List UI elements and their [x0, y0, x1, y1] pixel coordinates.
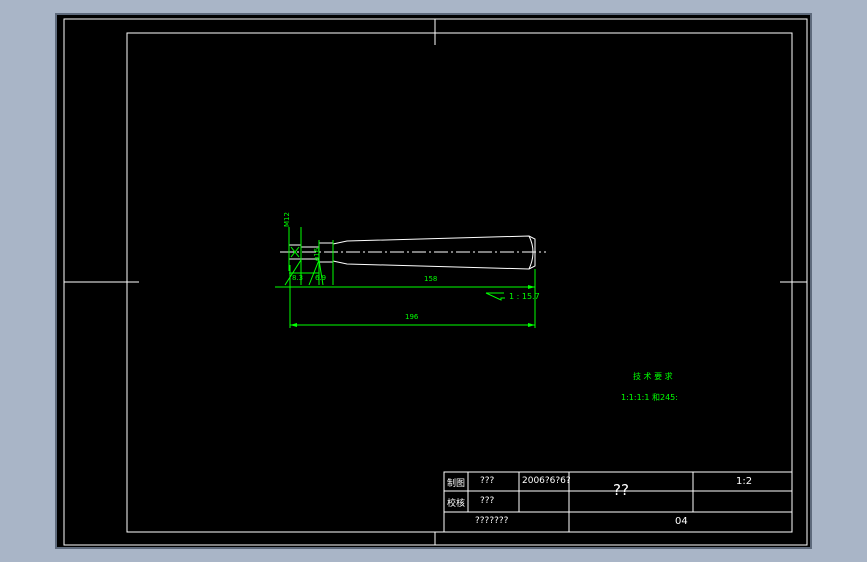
dim-158: 158: [424, 275, 438, 283]
tb-drawn-date: 2006?6?6?: [522, 476, 571, 486]
tb-part-name: ??: [613, 481, 629, 499]
dim-m12: M12: [283, 212, 291, 227]
tb-check-label: 校核: [447, 499, 466, 509]
tb-scale: 1:2: [736, 476, 753, 487]
cad-drawing-area[interactable]: M12 ø16 8.3 6.9 158 196 1 : 15.7 技 术 要 求…: [55, 13, 812, 549]
inner-border: [126, 32, 793, 533]
dim-phi16: ø16: [313, 247, 321, 261]
tb-drawn-name: ???: [480, 476, 495, 486]
dim-8-3: 8.3: [292, 274, 304, 282]
tech-req-text: 1:1:1:1 和245:: [621, 393, 678, 402]
tech-req-title: 技 术 要 求: [633, 372, 673, 381]
tb-check-name: ???: [480, 496, 495, 506]
tb-drawn-label: 制图: [447, 479, 466, 489]
cad-drawing: [63, 18, 808, 546]
tb-drawing-no: 04: [675, 516, 688, 527]
dim-6-9: 6.9: [315, 274, 327, 282]
dim-196: 196: [405, 313, 419, 321]
dim-taper: 1 : 15.7: [509, 292, 540, 301]
tb-school: ???????: [475, 516, 509, 526]
